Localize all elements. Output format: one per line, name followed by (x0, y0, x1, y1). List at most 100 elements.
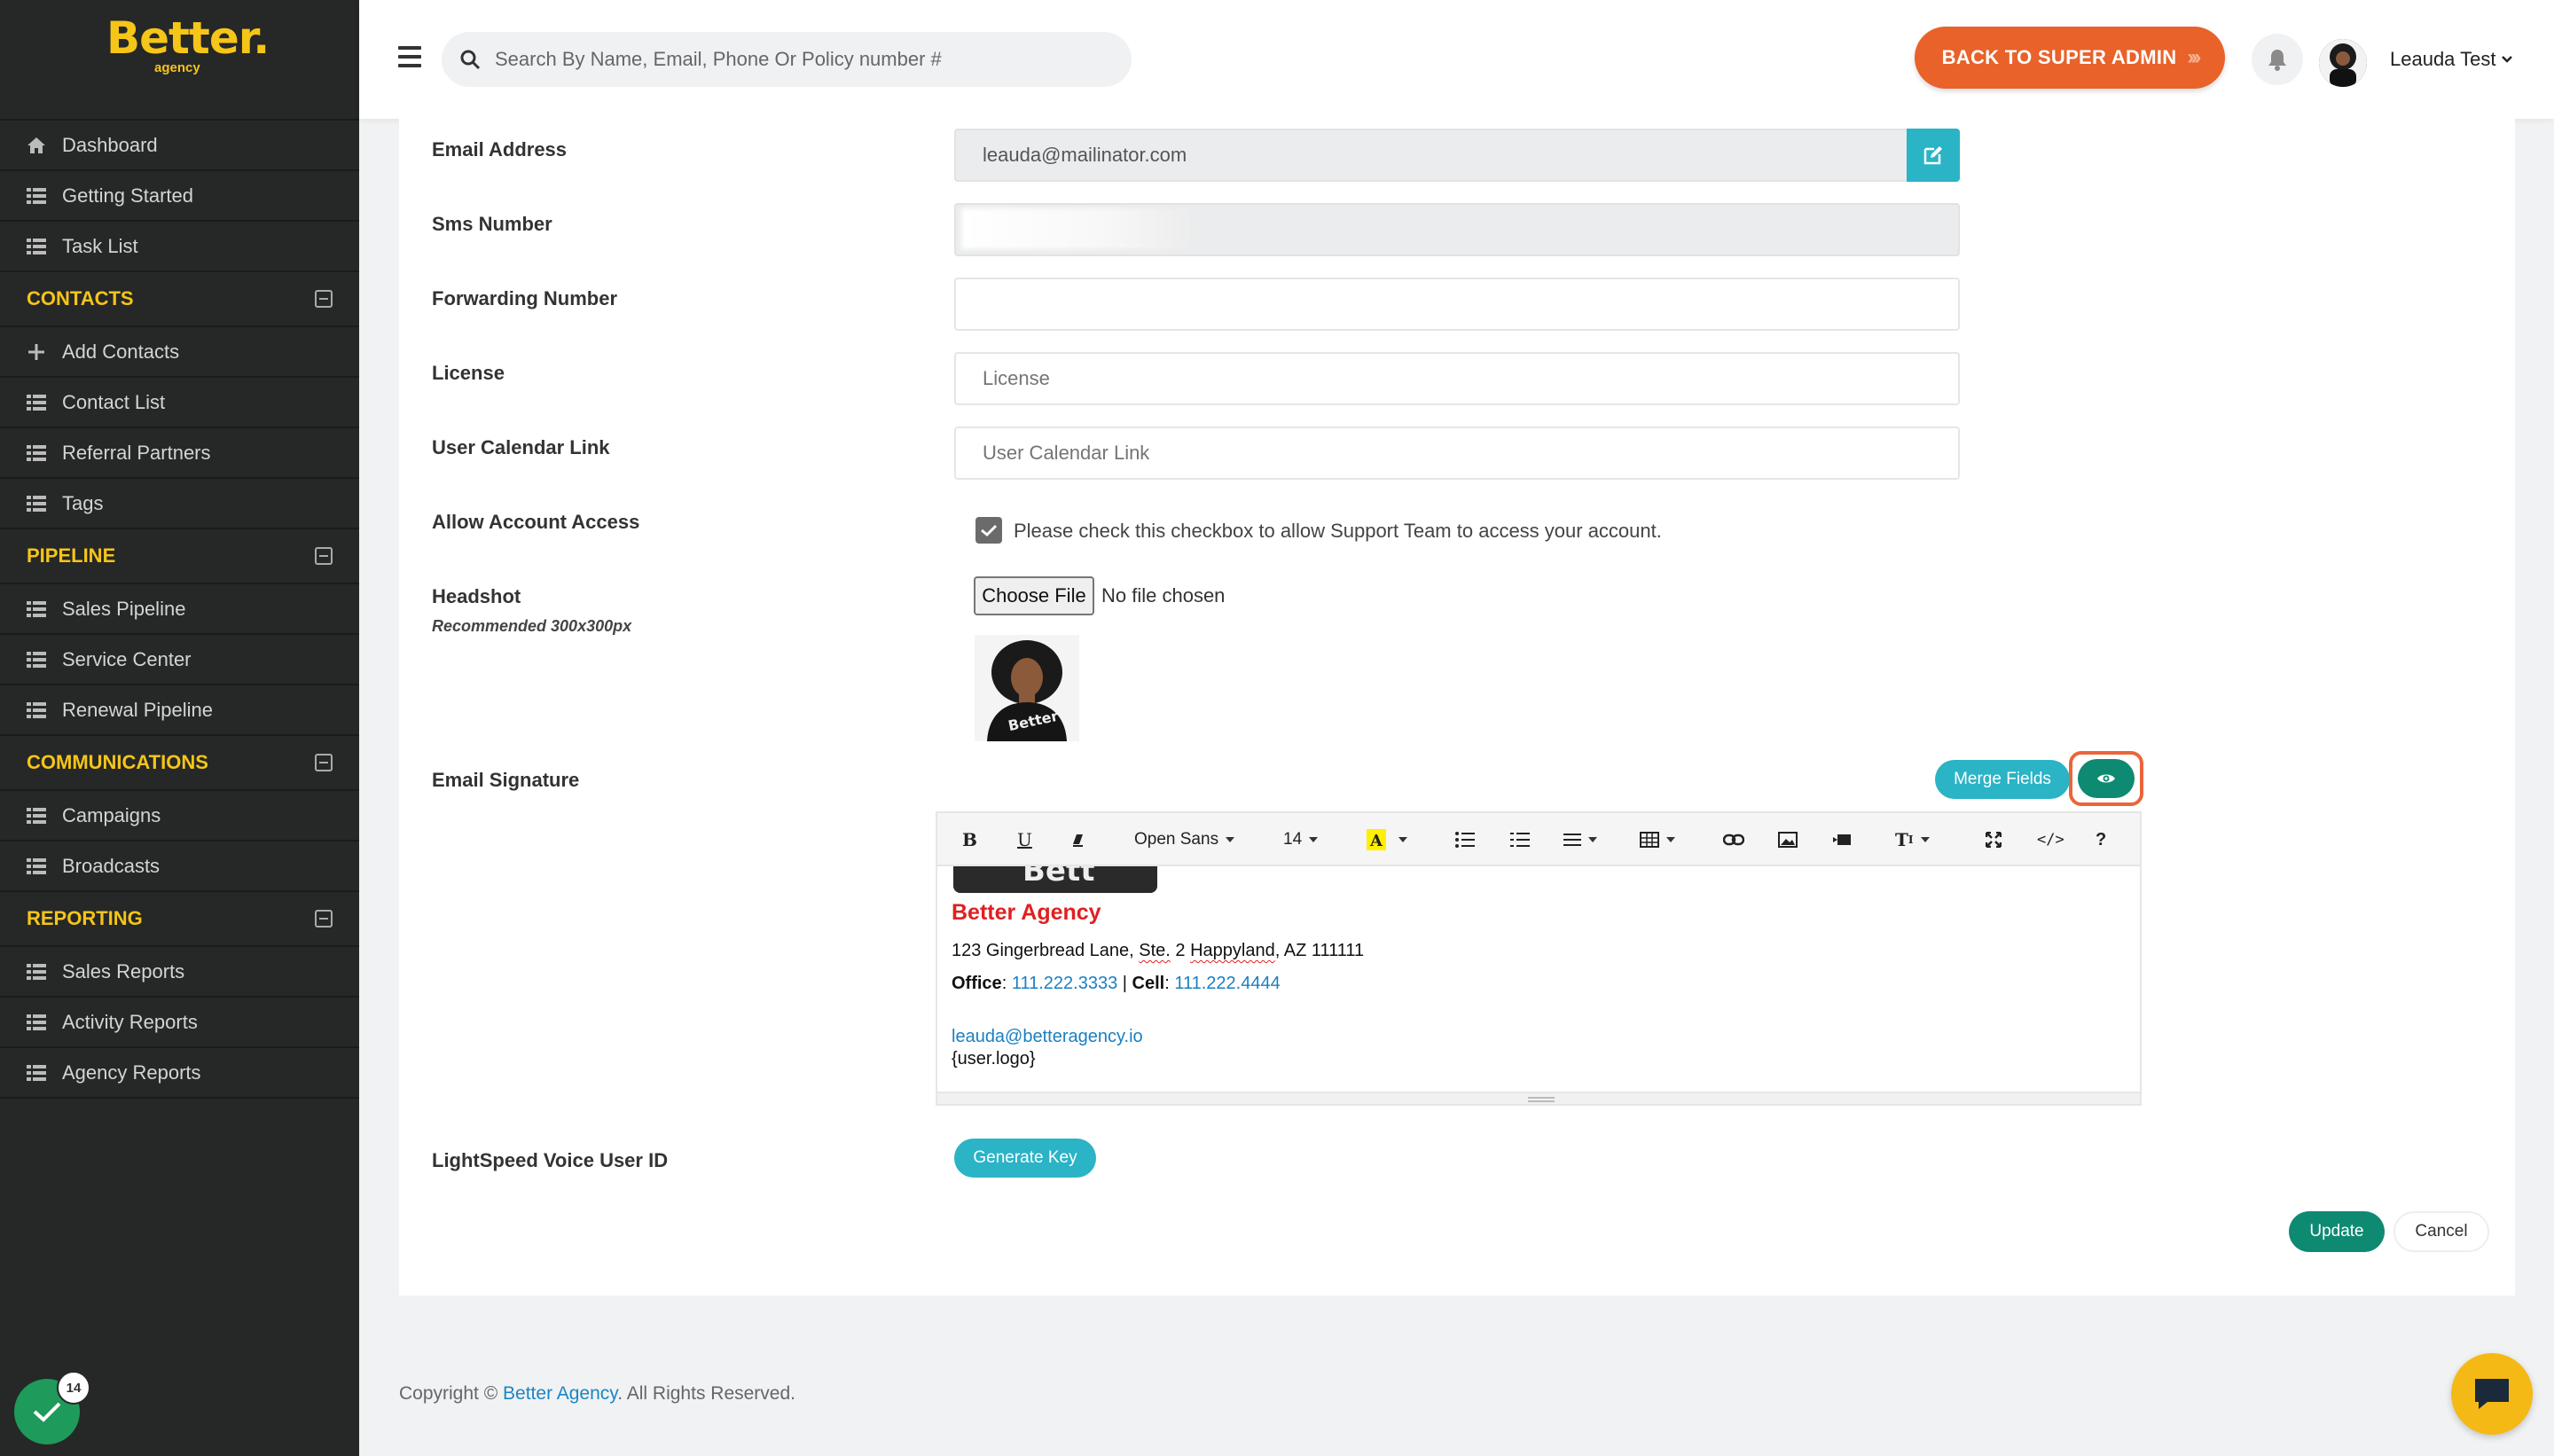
collapse-icon[interactable] (315, 290, 333, 308)
video-icon[interactable] (1833, 826, 1853, 854)
chat-widget-button[interactable] (2451, 1353, 2533, 1435)
numbered-list-icon[interactable] (1510, 826, 1530, 854)
search-input[interactable] (495, 48, 1098, 71)
signature-content[interactable]: Bett Better Agency 123 Gingerbread Lane,… (937, 866, 2140, 1104)
signature-address: 123 Gingerbread Lane, Ste. 2 Happyland, … (952, 941, 1364, 961)
font-size-select[interactable]: 14 (1283, 826, 1319, 854)
lightspeed-label: LightSpeed Voice User ID (432, 1149, 669, 1171)
eraser-icon[interactable] (1070, 826, 1086, 854)
collapse-icon[interactable] (315, 754, 333, 771)
collapse-icon[interactable] (315, 910, 333, 928)
color-dropdown-icon[interactable] (1398, 826, 1407, 854)
section-title: PIPELINE (27, 544, 116, 567)
list-icon (27, 963, 46, 981)
list-icon (27, 857, 46, 875)
bullet-list-icon[interactable] (1455, 826, 1475, 854)
underline-icon[interactable]: U (1017, 826, 1032, 854)
update-button[interactable]: Update (2289, 1211, 2385, 1252)
user-menu[interactable]: Leauda Test (2390, 48, 2513, 71)
sidebar-item-label: Task List (62, 234, 138, 257)
editor-resize-handle[interactable] (937, 1092, 2140, 1104)
checkmark-icon (981, 524, 998, 537)
sidebar-item-label: Getting Started (62, 184, 193, 207)
menu-toggle-icon[interactable] (398, 46, 421, 67)
sidebar-item-getting-started[interactable]: Getting Started (0, 171, 359, 222)
section-title: CONTACTS (27, 287, 134, 309)
bold-icon[interactable]: B (962, 826, 977, 854)
svg-text:A: A (1369, 832, 1383, 850)
text-style-icon[interactable]: TI (1895, 826, 1930, 854)
sidebar-item-broadcasts[interactable]: Broadcasts (0, 842, 359, 892)
sidebar-item-sales-pipeline[interactable]: Sales Pipeline (0, 584, 359, 635)
signature-company: Better Agency (952, 900, 1101, 925)
footer-brand-link[interactable]: Better Agency (503, 1383, 617, 1404)
cell-number-link[interactable]: 111.222.4444 (1174, 974, 1280, 993)
merge-fields-button[interactable]: Merge Fields (1935, 760, 2070, 799)
highlight-color-icon[interactable]: A (1367, 826, 1386, 854)
redacted-value (961, 208, 1192, 249)
sidebar-item-add-contacts[interactable]: Add Contacts (0, 327, 359, 378)
sidebar-item-label: Service Center (62, 647, 192, 670)
sidebar-section-communications[interactable]: COMMUNICATIONS (0, 736, 359, 791)
choose-file-button[interactable]: Choose File (974, 576, 1094, 615)
link-icon[interactable] (1723, 826, 1744, 854)
address-part: 123 Gingerbread Lane, (952, 941, 1140, 960)
generate-key-button[interactable]: Generate Key (954, 1139, 1096, 1178)
signature-email-link[interactable]: leauda@betteragency.io (952, 1027, 1143, 1047)
notifications-button[interactable] (2252, 34, 2303, 85)
sidebar-section-contacts[interactable]: CONTACTS (0, 272, 359, 327)
edit-email-button[interactable] (1907, 129, 1960, 182)
sidebar-item-sales-reports[interactable]: Sales Reports (0, 947, 359, 998)
footer-suffix: . All Rights Reserved. (617, 1383, 795, 1404)
list-icon (27, 238, 46, 255)
email-signature-label: Email Signature (432, 769, 580, 791)
office-label: Office (952, 974, 1002, 993)
sidebar-item-label: Dashboard (62, 133, 158, 156)
collapse-icon[interactable] (315, 547, 333, 565)
user-name: Leauda Test (2390, 48, 2496, 70)
image-icon[interactable] (1778, 826, 1798, 854)
signature-phones: Office: 111.222.3333 | Cell: 111.222.444… (952, 974, 1281, 993)
list-icon (27, 394, 46, 411)
calendar-link-label: User Calendar Link (432, 436, 610, 458)
fullscreen-icon[interactable] (1986, 826, 2002, 854)
sidebar-item-activity-reports[interactable]: Activity Reports (0, 998, 359, 1048)
user-avatar[interactable] (2319, 39, 2367, 87)
code-view-icon[interactable]: </> (2037, 826, 2064, 854)
sidebar-nav: Dashboard Getting Started Task List CONT… (0, 121, 359, 1099)
sidebar-section-pipeline[interactable]: PIPELINE (0, 529, 359, 584)
editor-toolbar: B U Open Sans 14 A T I </> ? (937, 813, 2140, 866)
sidebar-item-task-list[interactable]: Task List (0, 222, 359, 272)
calendar-link-input[interactable] (954, 427, 1960, 480)
office-number-link[interactable]: 111.222.3333 (1012, 974, 1117, 993)
cancel-button[interactable]: Cancel (2393, 1211, 2489, 1252)
sidebar-item-renewal-pipeline[interactable]: Renewal Pipeline (0, 685, 359, 736)
sidebar-item-service-center[interactable]: Service Center (0, 635, 359, 685)
forwarding-label: Forwarding Number (432, 287, 618, 309)
sidebar-item-tags[interactable]: Tags (0, 479, 359, 529)
sidebar-item-contact-list[interactable]: Contact List (0, 378, 359, 428)
back-to-super-admin-button[interactable]: BACK TO SUPER ADMIN ››› (1915, 27, 2225, 89)
account-access-checkbox[interactable] (975, 517, 1002, 544)
font-size-value: 14 (1283, 830, 1303, 849)
align-icon[interactable] (1563, 826, 1597, 854)
help-icon[interactable]: ? (2096, 826, 2106, 854)
search-bar[interactable] (442, 32, 1132, 87)
sidebar-item-campaigns[interactable]: Campaigns (0, 791, 359, 842)
sidebar-item-referral-partners[interactable]: Referral Partners (0, 428, 359, 479)
edit-icon (1923, 146, 1942, 165)
sidebar-item-agency-reports[interactable]: Agency Reports (0, 1048, 359, 1099)
sidebar-section-reporting[interactable]: REPORTING (0, 892, 359, 947)
logo[interactable]: Better. agency (0, 0, 359, 121)
headshot-preview-image: Better (975, 635, 1079, 741)
address-part: Ste. (1139, 941, 1171, 960)
account-access-label: Allow Account Access (432, 511, 640, 533)
sidebar: Better. agency Dashboard Getting Started… (0, 0, 359, 1456)
sidebar-item-dashboard[interactable]: Dashboard (0, 121, 359, 171)
forwarding-number-input[interactable] (954, 278, 1960, 331)
license-input[interactable] (954, 352, 1960, 405)
font-family-select[interactable]: Open Sans (1134, 826, 1235, 854)
preview-button[interactable] (2078, 759, 2135, 798)
table-icon[interactable] (1640, 826, 1675, 854)
sidebar-item-label: Contact List (62, 390, 166, 413)
